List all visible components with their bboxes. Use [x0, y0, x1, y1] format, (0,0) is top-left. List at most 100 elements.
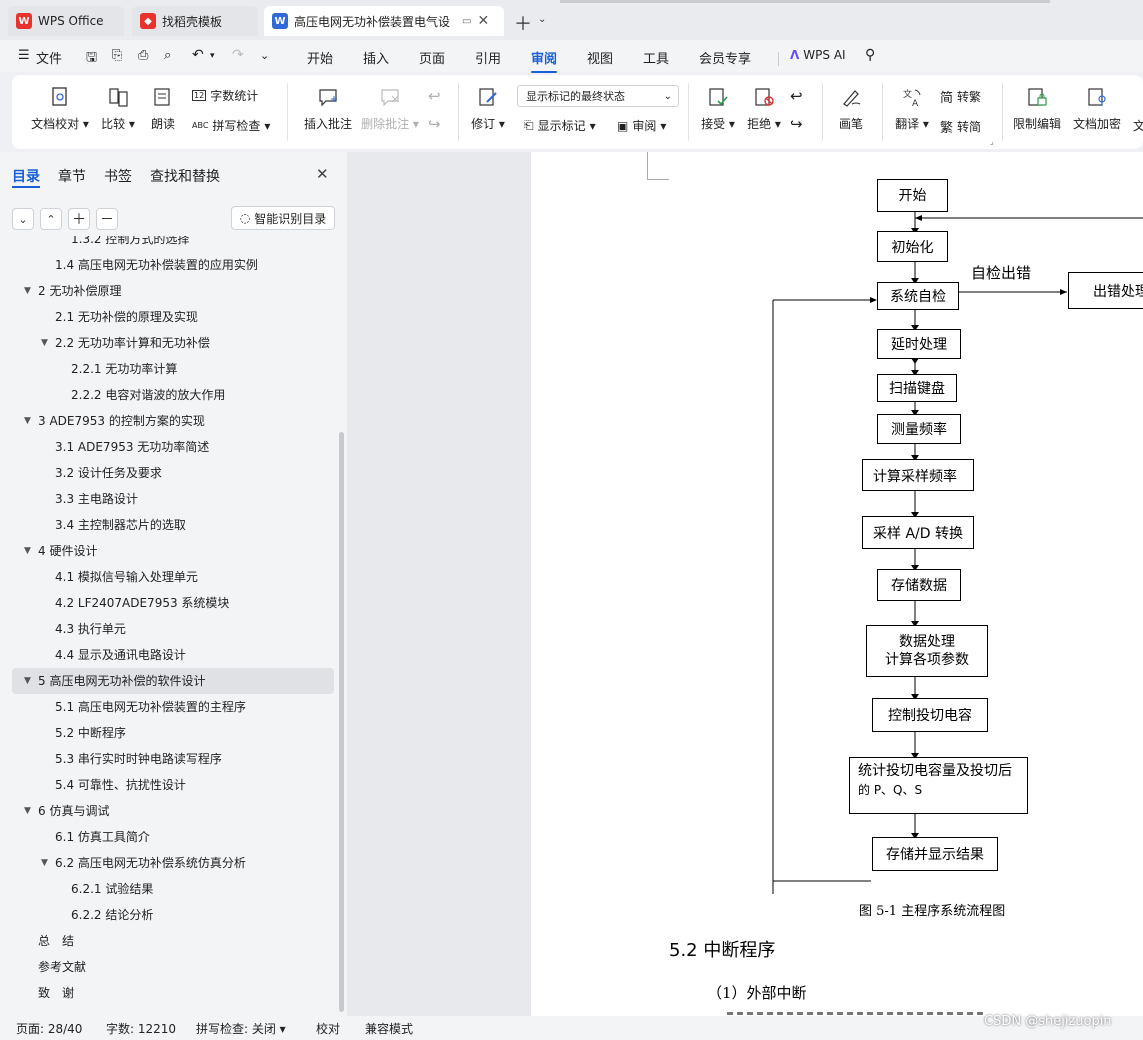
- toc-item[interactable]: 1.3.2 控制方式的选择: [0, 236, 347, 252]
- toc-item[interactable]: ▼ 6 仿真与调试: [0, 798, 347, 824]
- print-preview-icon[interactable]: ⌕: [164, 48, 171, 63]
- menu-item-page[interactable]: 页面: [419, 48, 445, 67]
- track-changes-button[interactable]: 修订 ▾: [468, 85, 508, 132]
- menu-item-tools[interactable]: 工具: [643, 48, 669, 67]
- toc-item[interactable]: 3.1 ADE7953 无功功率简述: [0, 434, 347, 460]
- smart-toc-button[interactable]: ◌ 智能识别目录: [231, 206, 335, 230]
- expand-arrow-icon[interactable]: ▼: [41, 850, 48, 876]
- expand-arrow-icon[interactable]: ▼: [24, 538, 31, 564]
- menu-item-view[interactable]: 视图: [587, 48, 613, 67]
- expand-arrow-icon[interactable]: ▼: [24, 798, 31, 824]
- hamburger-icon[interactable]: ☰: [18, 48, 30, 63]
- insert-comment-button[interactable]: 插入批注: [298, 85, 358, 132]
- save-icon[interactable]: 🖫: [86, 48, 97, 70]
- read-aloud-button[interactable]: 朗读: [146, 85, 180, 132]
- spell-check-status[interactable]: 拼写检查: 关闭 ▾: [196, 1020, 286, 1037]
- menu-file[interactable]: 文件: [36, 48, 62, 67]
- toc-item[interactable]: 致 谢: [0, 980, 347, 1006]
- toc-item[interactable]: 5.2 中断程序: [0, 720, 347, 746]
- reject-button[interactable]: 拒绝 ▾: [744, 85, 784, 132]
- toc-item[interactable]: 6.1 仿真工具简介: [0, 824, 347, 850]
- toc-item[interactable]: 3.2 设计任务及要求: [0, 460, 347, 486]
- menu-item-member[interactable]: 会员专享: [699, 48, 751, 67]
- drag-bar[interactable]: [560, 0, 1050, 3]
- add-heading-button[interactable]: ＋: [68, 208, 90, 230]
- toc-item[interactable]: 2.1 无功补偿的原理及实现: [0, 304, 347, 330]
- toc-item[interactable]: 5.4 可靠性、抗扰性设计: [0, 772, 347, 798]
- screen-icon[interactable]: ▭: [462, 16, 471, 27]
- toc-item[interactable]: 2.2.1 无功功率计算: [0, 356, 347, 382]
- prev-comment-icon[interactable]: ↩: [428, 87, 441, 105]
- close-icon[interactable]: ✕: [477, 13, 489, 29]
- toc-item[interactable]: 1.4 高压电网无功补偿装置的应用实例: [0, 252, 347, 278]
- expand-group-icon[interactable]: ⌟: [990, 137, 994, 146]
- tab-docer[interactable]: ◆ 找稻壳模板: [132, 6, 258, 36]
- compare-button[interactable]: 比较 ▾: [98, 85, 138, 132]
- expand-arrow-icon[interactable]: ▼: [24, 408, 31, 434]
- toc-item[interactable]: 4.2 LF2407ADE7953 系统模块: [0, 590, 347, 616]
- toc-item[interactable]: 6.2.1 试验结果: [0, 876, 347, 902]
- toc-item[interactable]: 2.2.2 电容对谐波的放大作用: [0, 382, 347, 408]
- more-icon[interactable]: ⌄: [260, 49, 269, 62]
- wps-ai-button[interactable]: ᐱ WPS AI: [790, 48, 846, 62]
- accept-button[interactable]: 接受 ▾: [698, 85, 738, 132]
- toc-item[interactable]: 4.4 显示及通讯电路设计: [0, 642, 347, 668]
- expand-arrow-icon[interactable]: ▼: [24, 278, 31, 304]
- to-simplified-button[interactable]: 繁 转简: [940, 117, 981, 136]
- word-count[interactable]: 字数: 12210: [106, 1020, 176, 1037]
- toc-item[interactable]: 5.1 高压电网无功补偿装置的主程序: [0, 694, 347, 720]
- menu-item-review[interactable]: 审阅: [531, 48, 558, 73]
- tab-toc[interactable]: 目录: [12, 166, 40, 186]
- toc-item[interactable]: 总 结: [0, 928, 347, 954]
- tab-bookmark[interactable]: 书签: [104, 166, 132, 186]
- doc-encrypt-button[interactable]: 文档加密: [1072, 85, 1122, 132]
- new-tab-icon[interactable]: ＋: [514, 10, 532, 36]
- toc-item[interactable]: 4.1 模拟信号输入处理单元: [0, 564, 347, 590]
- remove-heading-button[interactable]: －: [96, 208, 118, 230]
- spell-check-button[interactable]: ABC 拼写检查 ▾: [192, 117, 270, 134]
- print-icon[interactable]: ⎙: [138, 48, 148, 63]
- doc-proof-button[interactable]: 文档校对 ▾: [30, 85, 90, 132]
- toc-item[interactable]: ▼ 5 高压电网无功补偿的软件设计: [12, 668, 334, 694]
- markup-state-select[interactable]: 显示标记的最终状态 ⌄: [517, 85, 679, 107]
- toc-item[interactable]: ▼ 3 ADE7953 的控制方案的实现: [0, 408, 347, 434]
- toc-item[interactable]: ▼ 6.2 高压电网无功补偿系统仿真分析: [0, 850, 347, 876]
- tab-chapter[interactable]: 章节: [58, 166, 86, 186]
- expand-up-button[interactable]: ⌃: [40, 208, 62, 230]
- toc-scrollbar[interactable]: [339, 432, 344, 1012]
- prev-change-icon[interactable]: ↩: [790, 87, 803, 105]
- to-traditional-button[interactable]: 简 转繁: [940, 87, 981, 106]
- toc-item[interactable]: 5.3 串行实时时钟电路读写程序: [0, 746, 347, 772]
- tab-wps-office[interactable]: W WPS Office: [8, 6, 124, 36]
- expand-arrow-icon[interactable]: ▼: [41, 330, 48, 356]
- toc-item[interactable]: ▼ 4 硬件设计: [0, 538, 347, 564]
- toc-item[interactable]: 参考文献: [0, 954, 347, 980]
- tab-find-replace[interactable]: 查找和替换: [150, 166, 220, 186]
- tab-list-icon[interactable]: ⌄: [538, 14, 546, 25]
- export-icon[interactable]: ⎘: [112, 48, 122, 63]
- word-count-button[interactable]: 12 字数统计: [192, 87, 258, 104]
- toc-item[interactable]: 3.3 主电路设计: [0, 486, 347, 512]
- show-markup-button[interactable]: ⎗ 显示标记 ▾: [524, 117, 596, 134]
- tab-document[interactable]: W 高压电网无功补偿装置电气设 ▭ ✕: [264, 6, 504, 36]
- toc-item[interactable]: 4.3 执行单元: [0, 616, 347, 642]
- close-icon[interactable]: ✕: [316, 165, 329, 183]
- restrict-edit-button[interactable]: 限制编辑: [1012, 85, 1062, 132]
- ribbon-overflow[interactable]: 文: [1133, 117, 1143, 134]
- proof-status[interactable]: 校对: [316, 1020, 340, 1037]
- pen-button[interactable]: 画笔: [834, 85, 868, 132]
- next-comment-icon[interactable]: ↪: [428, 115, 441, 133]
- next-change-icon[interactable]: ↪: [790, 115, 803, 133]
- collapse-all-button[interactable]: ⌄: [12, 208, 34, 230]
- translate-button[interactable]: 文A 翻译 ▾: [892, 85, 932, 132]
- toc-item[interactable]: ▼ 2.2 无功功率计算和无功补偿: [0, 330, 347, 356]
- expand-arrow-icon[interactable]: ▼: [24, 668, 31, 694]
- menu-item-reference[interactable]: 引用: [475, 48, 501, 67]
- search-icon[interactable]: ⚲: [865, 47, 875, 63]
- redo-icon[interactable]: ↷: [232, 47, 244, 63]
- toc-item[interactable]: 3.4 主控制器芯片的选取: [0, 512, 347, 538]
- page-indicator[interactable]: 页面: 28/40: [16, 1020, 82, 1037]
- review-pane-button[interactable]: ▣ 审阅 ▾: [617, 117, 666, 134]
- menu-item-insert[interactable]: 插入: [363, 48, 389, 67]
- delete-comment-button[interactable]: 删除批注 ▾: [358, 85, 422, 132]
